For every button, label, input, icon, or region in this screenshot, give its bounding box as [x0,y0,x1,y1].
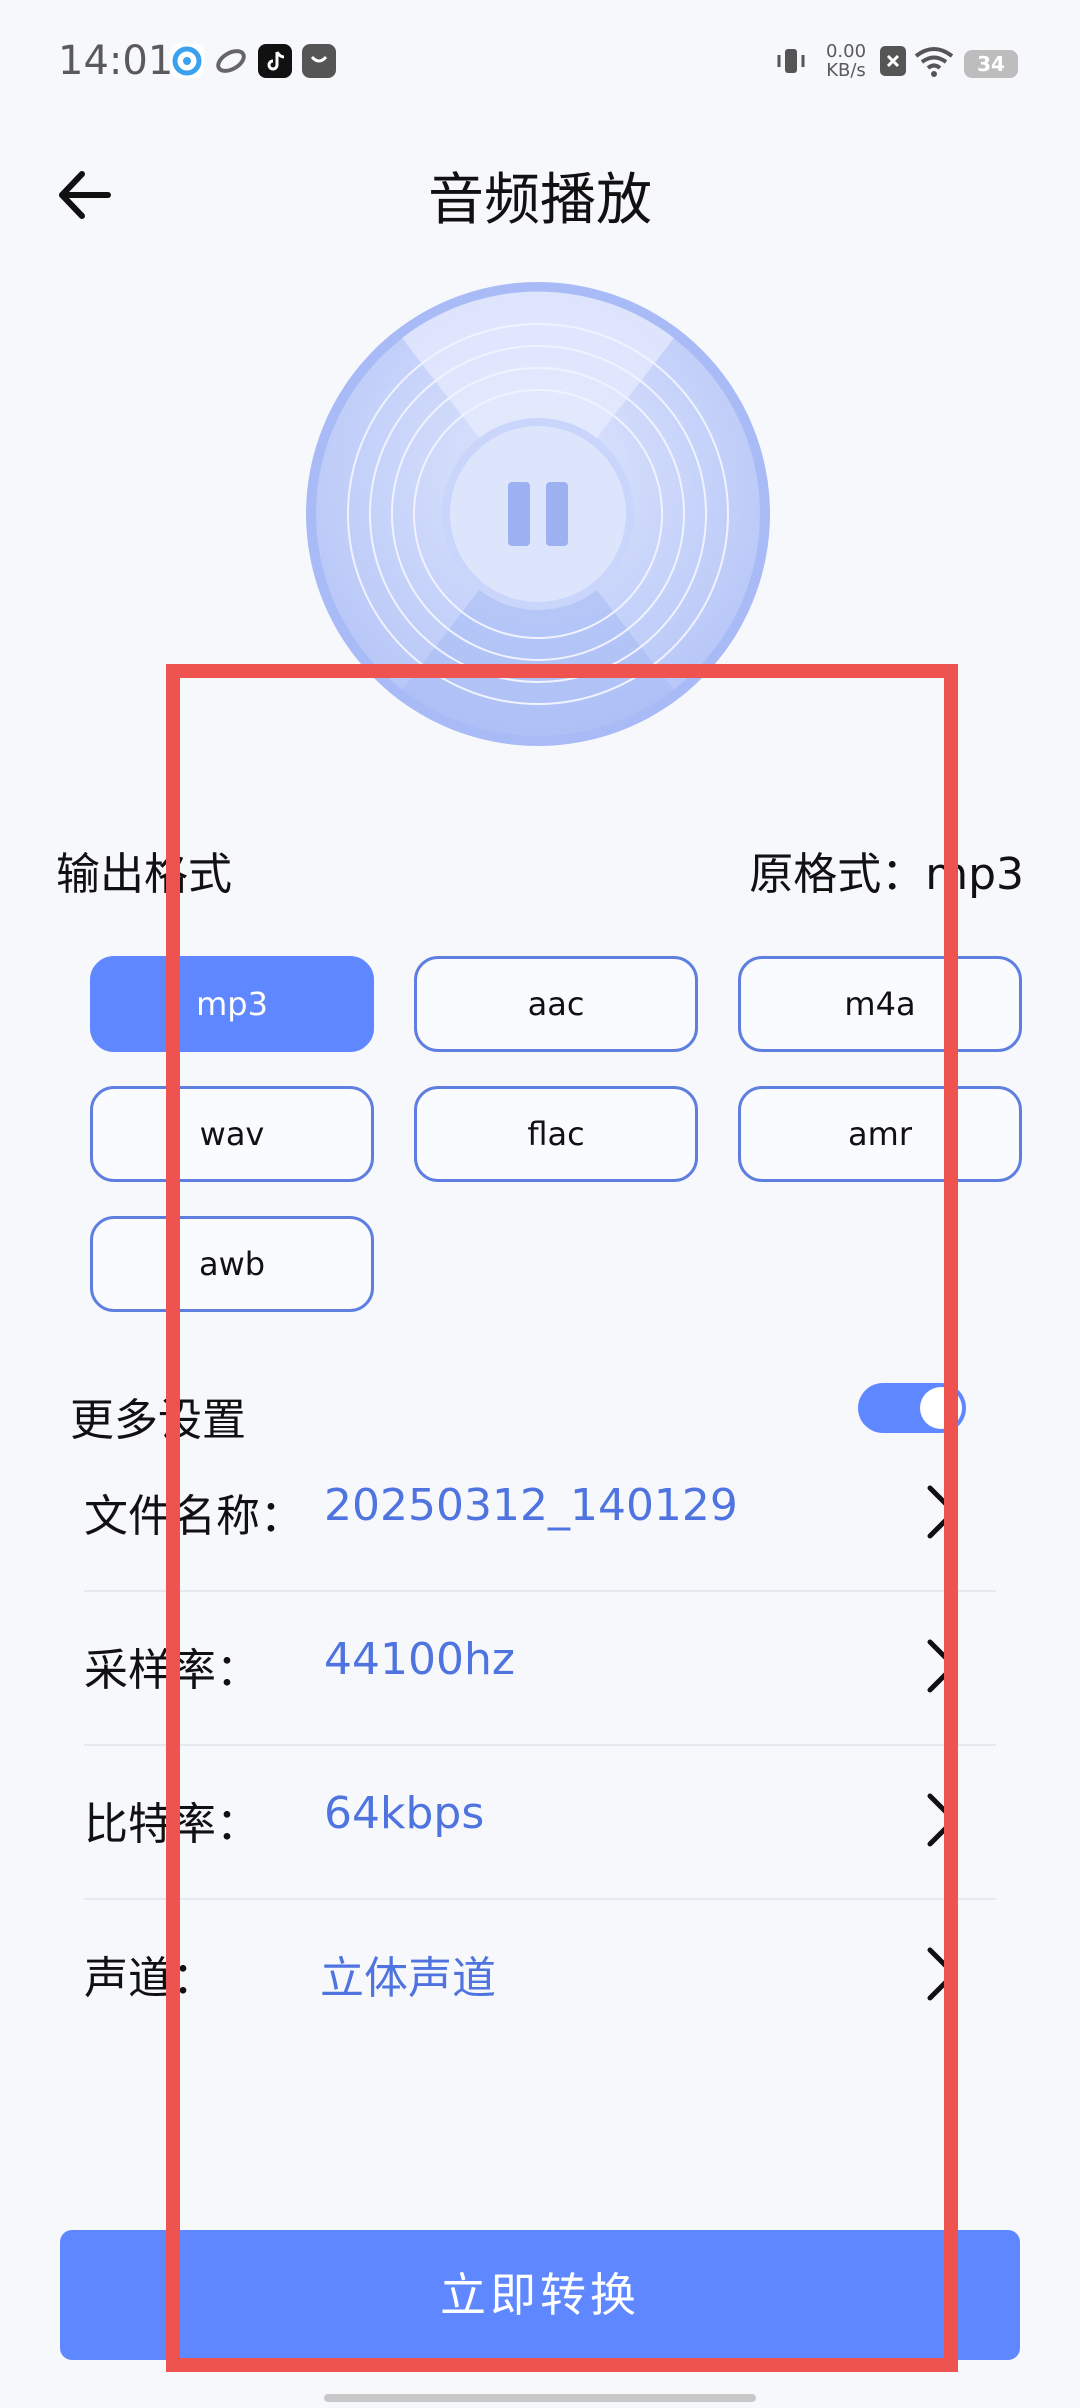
setting-label: 比特率： [84,1799,260,1850]
page-title: 音频播放 [428,168,652,233]
message-app-icon [302,44,336,78]
setting-value: 44100hz [324,1634,515,1685]
setting-value: 64kbps [324,1788,485,1839]
audio-disc [302,278,774,750]
format-option-mp3[interactable]: mp3 [90,956,374,1052]
setting-row-filename[interactable]: 文件名称： 20250312_140129 [84,1440,996,1592]
chevron-right-icon [927,1639,957,1693]
pause-icon [508,482,568,546]
format-option-wav[interactable]: wav [90,1086,374,1182]
divider [84,1898,996,1900]
setting-value: 立体声道 [320,1953,496,2004]
setting-label: 声道： [84,1953,216,2004]
toggle-knob [920,1387,962,1429]
divider [84,1590,996,1592]
audio-convert-screen: 14:01 0.00 KB/s 34 音频播放 输出格式 原格式：mp3 mp3… [0,0,1080,2408]
home-indicator[interactable] [324,2394,756,2402]
original-format: 原格式：mp3 [749,849,1024,900]
setting-row-bit-rate[interactable]: 比特率： 64kbps [84,1748,996,1900]
setting-value: 20250312_140129 [324,1480,738,1531]
chevron-right-icon [927,1947,957,2001]
browser-icon [170,44,204,78]
status-time: 14:01 [58,38,174,84]
setting-label: 文件名称： [84,1491,304,1542]
setting-row-channel[interactable]: 声道： 立体声道 [84,1902,996,2054]
net-speed-unit: KB/s [826,60,866,81]
output-format-label: 输出格式 [56,849,232,900]
battery-icon: 34 [964,50,1018,78]
status-bar: 14:01 0.00 KB/s 34 [0,0,1080,120]
pause-button[interactable] [478,454,598,574]
format-option-amr[interactable]: amr [738,1086,1022,1182]
vibrate-icon [774,44,808,78]
wifi-icon [914,44,954,78]
setting-label: 采样率： [84,1645,260,1696]
convert-now-button[interactable]: 立即转换 [60,2230,1020,2360]
net-speed-value: 0.00 [825,41,867,62]
setting-row-sample-rate[interactable]: 采样率： 44100hz [84,1594,996,1746]
net-speed: 0.00 KB/s [818,42,874,80]
more-settings-label: 更多设置 [70,1395,246,1446]
sim-off-icon [880,46,906,76]
more-settings-toggle[interactable] [858,1383,966,1433]
divider [84,1744,996,1746]
format-option-m4a[interactable]: m4a [738,956,1022,1052]
format-option-flac[interactable]: flac [414,1086,698,1182]
tiktok-icon [258,44,292,78]
format-option-aac[interactable]: aac [414,956,698,1052]
cloud-app-icon [214,44,248,78]
format-option-awb[interactable]: awb [90,1216,374,1312]
chevron-right-icon [927,1793,957,1847]
chevron-right-icon [927,1485,957,1539]
